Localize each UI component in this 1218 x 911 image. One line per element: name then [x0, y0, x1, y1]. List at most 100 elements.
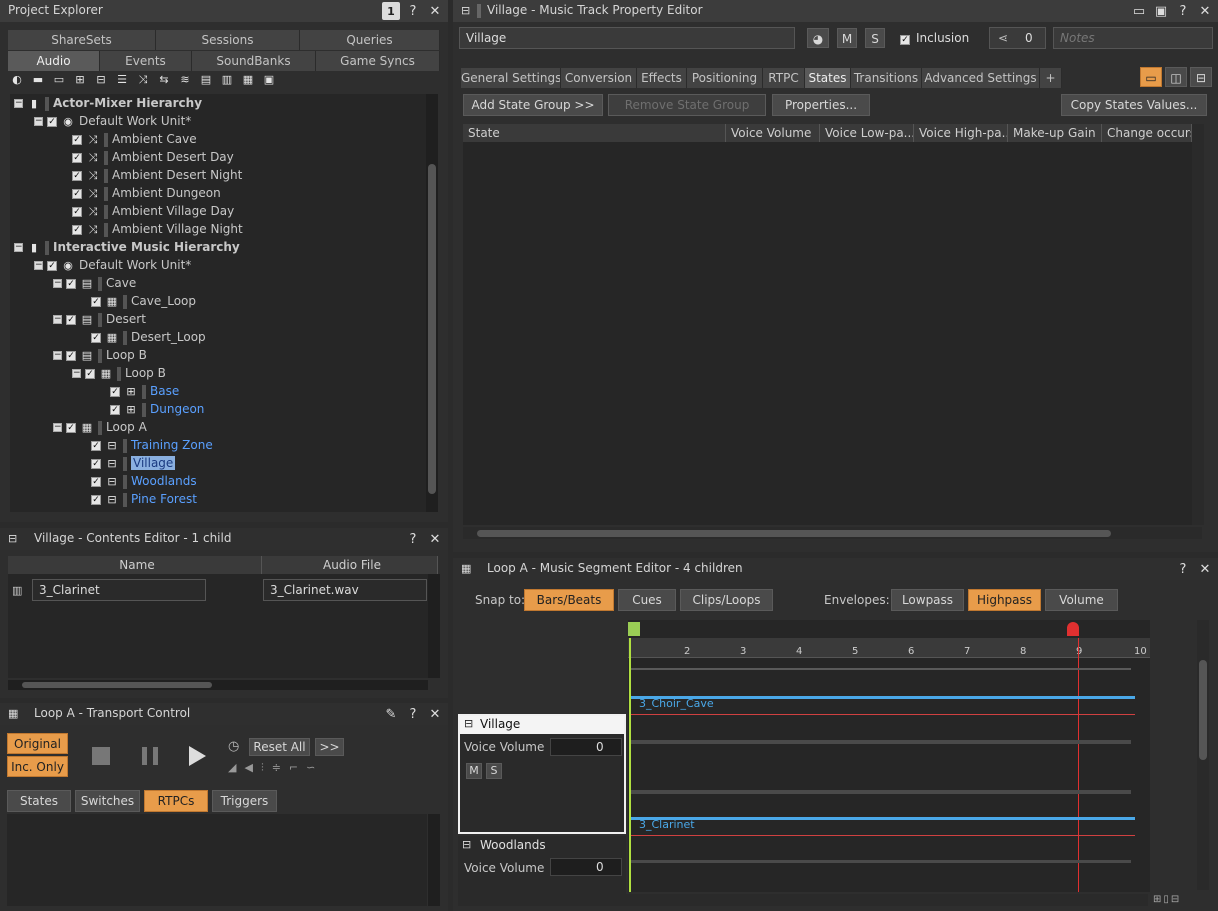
snap-cues[interactable]: Cues [618, 589, 676, 611]
col-state[interactable]: State [463, 124, 726, 142]
transport-vscroll[interactable] [428, 814, 440, 906]
column-audio-file[interactable]: Audio File [262, 556, 438, 574]
more-button[interactable]: >> [315, 738, 344, 756]
col-voice-highpass[interactable]: Voice High-pa... [914, 124, 1008, 142]
tree-row[interactable]: ✓ ⤨ Ambient Village Night [72, 220, 243, 238]
sliders-icon[interactable]: ≑ [272, 761, 281, 775]
history-icon[interactable]: ◷ [228, 739, 239, 754]
tree-row[interactable]: ✓ ▦ Cave_Loop [91, 292, 196, 310]
pause-icon[interactable] [142, 747, 158, 765]
tree-row[interactable]: − ✓ ▦ Loop B [72, 364, 166, 382]
original-button[interactable]: Original [7, 733, 68, 754]
tree-row[interactable]: ✓ ⤨ Ambient Desert Day [72, 148, 234, 166]
mute-button[interactable]: M [837, 28, 857, 48]
solo-button[interactable]: S [486, 763, 502, 779]
contents-vscroll[interactable] [428, 574, 440, 678]
tree-row[interactable]: ✓ ▦ Desert_Loop [91, 328, 206, 346]
track-header[interactable]: ⊟ Village Voice Volume 0 M S [458, 714, 626, 834]
volume-slider[interactable] [550, 738, 622, 756]
scroll-thumb[interactable] [1199, 660, 1207, 760]
blend-icon[interactable]: ≋ [178, 74, 192, 86]
tree-row[interactable]: − ✓ ▤ Cave [53, 274, 136, 292]
envelope-highpass[interactable]: Highpass [968, 589, 1041, 611]
sound-icon[interactable]: ◐ [10, 74, 24, 86]
states-hscroll[interactable] [463, 527, 1202, 539]
zoom-out-icon[interactable]: ⊟ [1171, 894, 1179, 905]
tab-events[interactable]: Events [100, 51, 192, 71]
timeline-area[interactable] [628, 620, 1150, 892]
play-icon[interactable] [189, 746, 206, 766]
work-unit-icon[interactable]: ▭ [52, 74, 66, 86]
layout-single-icon[interactable]: ▭ [1140, 67, 1162, 87]
solo-button[interactable]: S [865, 28, 885, 48]
snap-clips-loops[interactable]: Clips/Loops [680, 589, 773, 611]
close-icon[interactable]: ✕ [1196, 2, 1214, 20]
help-icon[interactable]: ? [404, 2, 422, 20]
fader-icon[interactable]: ⫶ [261, 761, 264, 775]
switch-icon[interactable]: ⇆ [157, 74, 171, 86]
tree-scrollbar[interactable] [426, 94, 438, 512]
tab-general-settings[interactable]: General Settings [461, 68, 561, 88]
help-icon[interactable]: ? [1174, 2, 1192, 20]
tab-audio[interactable]: Audio [8, 51, 100, 71]
tree-row[interactable]: ✓ ⊞ Dungeon [110, 400, 204, 418]
inclusion-checkbox[interactable]: ✓ [900, 32, 914, 46]
step-icon[interactable]: ⌐ [289, 761, 298, 775]
timeline-ruler[interactable] [628, 638, 1150, 658]
tab-transitions[interactable]: Transitions [851, 68, 922, 88]
tree-row[interactable]: − ✓ ▤ Loop B [53, 346, 147, 364]
add-state-group-button[interactable]: Add State Group >> [463, 94, 603, 116]
tree-row[interactable]: ✓ ⤨ Ambient Village Day [72, 202, 234, 220]
tab-sharesets[interactable]: ShareSets [8, 30, 156, 50]
close-icon[interactable]: ✕ [1196, 560, 1214, 578]
entry-cue-marker[interactable] [628, 622, 640, 636]
fit-icon[interactable]: ▯ [1163, 894, 1169, 905]
tab-rtpcs[interactable]: RTPCs [144, 790, 208, 812]
col-change-occurs[interactable]: Change occurs a [1102, 124, 1192, 142]
tab-soundbanks[interactable]: SoundBanks [192, 51, 316, 71]
track-header[interactable]: ⊟ Woodlands Voice Volume 0 [458, 836, 626, 896]
clip-label[interactable]: 3_Clarinet [639, 818, 695, 831]
track-icon[interactable]: ▣ [262, 74, 276, 86]
scroll-thumb[interactable] [22, 682, 212, 688]
help-icon[interactable]: ? [1174, 560, 1192, 578]
stop-icon[interactable] [92, 747, 110, 765]
tab-conversion[interactable]: Conversion [561, 68, 637, 88]
audio-file-cell[interactable]: 3_Clarinet.wav [263, 579, 427, 601]
tab-states[interactable]: States [805, 68, 851, 88]
col-makeup-gain[interactable]: Make-up Gain [1008, 124, 1102, 142]
window-number-badge[interactable]: 1 [382, 2, 400, 20]
tab-positioning[interactable]: Positioning [687, 68, 763, 88]
tree-row[interactable]: ✓ ⤨ Ambient Cave [72, 130, 197, 148]
snap-bars-beats[interactable]: Bars/Beats [524, 589, 614, 611]
remove-state-group-button[interactable]: Remove State Group [608, 94, 766, 116]
notes-field[interactable]: Notes [1053, 27, 1213, 49]
tree-row[interactable]: − ▮ Actor-Mixer Hierarchy [14, 94, 202, 112]
inc-only-button[interactable]: Inc. Only [7, 756, 68, 777]
tree-row[interactable]: ✓ ⊟ Training Zone [91, 436, 213, 454]
tree-row[interactable]: − ✓ ▦ Loop A [53, 418, 147, 436]
mute-button[interactable]: M [466, 763, 482, 779]
tab-effects[interactable]: Effects [637, 68, 687, 88]
exit-cue-marker[interactable] [1067, 622, 1079, 636]
states-vscroll[interactable] [1192, 124, 1204, 525]
volume-value[interactable]: 0 [596, 860, 604, 874]
segment-vscroll[interactable] [1197, 620, 1209, 890]
pin-icon[interactable]: ✎ [382, 705, 400, 723]
wave-icon[interactable]: ∽ [306, 761, 315, 775]
color-palette-icon[interactable]: ◕ [807, 28, 829, 48]
tab-game-syncs[interactable]: Game Syncs [316, 51, 440, 71]
envelope-volume[interactable]: Volume [1045, 589, 1118, 611]
reset-all-button[interactable]: Reset All [249, 738, 310, 756]
zoom-in-icon[interactable]: ⊞ [1153, 894, 1161, 905]
help-icon[interactable]: ? [404, 530, 422, 548]
tree-row[interactable]: − ✓ ▤ Desert [53, 310, 146, 328]
tab-add[interactable]: + [1040, 68, 1062, 88]
list-icon[interactable]: ☰ [115, 74, 129, 86]
tab-switches[interactable]: Switches [75, 790, 140, 812]
tree-row[interactable]: ✓ ⤨ Ambient Dungeon [72, 184, 221, 202]
layout-stack-icon[interactable]: ⊟ [1190, 67, 1212, 87]
tab-states[interactable]: States [7, 790, 71, 812]
fade-icon[interactable]: ◢ [228, 761, 236, 775]
mute-speaker-icon[interactable]: ◀︎ [244, 761, 252, 775]
